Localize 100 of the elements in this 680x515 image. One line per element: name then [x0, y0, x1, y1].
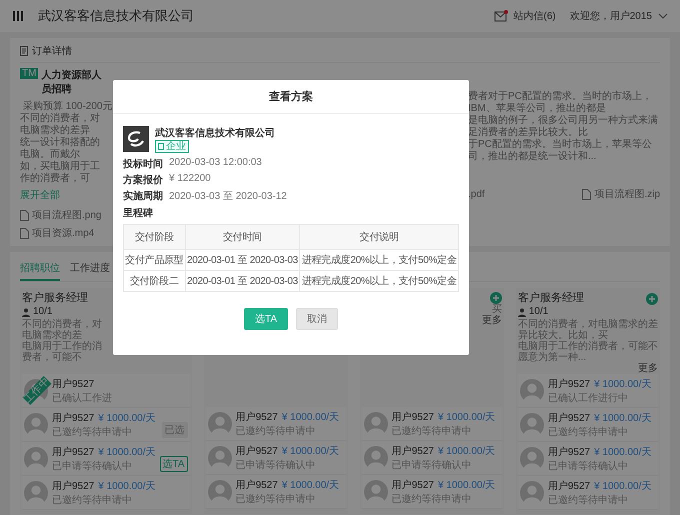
candidate-name: 用户9527 [392, 478, 434, 492]
avatar-icon [208, 412, 232, 436]
table-cell: 交付阶段二 [124, 270, 186, 292]
headcount: 10/1 [528, 306, 548, 318]
daily-rate: ¥ 1000.00/天 [438, 444, 496, 458]
description-text: 费者对于PC配置的需求。当时的市场上，IBM、苹果等公司，推出的都是 [468, 91, 653, 114]
job-description: 不同的消费者，对电脑需求的差 [22, 319, 103, 341]
file-icon [582, 188, 592, 200]
milestone-title: 里程碑 [123, 206, 154, 220]
budget-text: 采购预算 100-200元 [23, 100, 112, 112]
table-cell: 2020-03-01 至 2020-03-03 [185, 250, 300, 270]
field-label: 方案报价 [123, 173, 163, 187]
field-value: 2020-03-03 12:00:03 [169, 157, 262, 170]
table-cell: 交付产品原型 [124, 250, 186, 270]
avatar-icon [24, 446, 48, 470]
avatar-icon [520, 378, 544, 402]
field-label: 投标时间 [123, 158, 163, 171]
daily-rate: ¥ 1000.00/天 [282, 444, 340, 458]
messages-link[interactable]: 站内信(6) [514, 9, 556, 23]
avatar-icon [520, 446, 544, 470]
description-text: 如，买电脑用于工作的消费者，可 [20, 161, 101, 185]
field-value: ¥ 122200 [169, 173, 211, 186]
table-cell: 2020-03-01 至 2020-03-03 [185, 270, 300, 292]
candidate-status: 已确认工作进行中 [548, 392, 629, 404]
table-cell: 进程完成度20%以上，支付50%定金 [300, 270, 458, 292]
avatar-icon [24, 412, 48, 436]
file-name[interactable]: 项目流程图.zip [594, 187, 660, 201]
avatar-icon [364, 412, 388, 436]
section-title: 订单详情 [32, 44, 72, 58]
person-icon [518, 308, 526, 316]
daily-rate: ¥ 1000.00/天 [438, 478, 496, 492]
candidate-name: 用户9527 [52, 446, 94, 458]
avatar-icon [208, 480, 232, 504]
candidate-name: 用户9527 [236, 478, 278, 492]
candidate-name: 用户9527 [392, 410, 434, 424]
menu-icon[interactable] [12, 10, 24, 22]
candidate-name: 用户9527 [236, 444, 278, 458]
candidate-name: 用户9527 [236, 410, 278, 424]
select-button[interactable]: 选TA [244, 308, 288, 330]
file-name[interactable]: 项目流程图.png [32, 208, 102, 222]
avatar-icon [364, 480, 388, 504]
headcount: 10/1 [33, 306, 52, 318]
job-description: 电脑用于工作的消费者，可能不 [22, 341, 103, 363]
description-text: 于PC配置的需求。当时市场上，苹果等公司，推出的都是统一设计和... [468, 139, 653, 163]
column-header: 交付说明 [300, 224, 458, 250]
more-link[interactable]: 更多 [638, 363, 658, 374]
company-logo [123, 126, 149, 152]
file-name[interactable]: .pdf [468, 188, 485, 200]
daily-rate: ¥ 1000.00/天 [98, 480, 156, 492]
description-text: 是电脑的例子，很多公司用另一种方式来满足消费者的差异比较大。比 [468, 115, 659, 138]
job-title: 客户服务经理 [518, 292, 584, 305]
candidate-name: 用户9527 [52, 378, 94, 390]
add-icon[interactable] [646, 292, 658, 304]
more-link[interactable]: 更多 [482, 315, 502, 326]
tab[interactable]: 工作进度 [70, 258, 110, 281]
avatar-icon [208, 446, 232, 470]
candidate-name: 用户9527 [548, 412, 590, 424]
field-value: 2020-03-03 至 2020-03-12 [169, 190, 287, 203]
company-name: 武汉客客信息技术有限公司 [38, 7, 194, 25]
field-label: 实施周期 [123, 189, 163, 203]
daily-rate: ¥ 1000.00/天 [98, 412, 156, 424]
daily-rate: ¥ 1000.00/天 [282, 478, 340, 492]
user-menu[interactable]: 欢迎您，用户2015 [570, 9, 652, 23]
job-title: 客户服务经理 [22, 292, 88, 305]
add-icon[interactable] [490, 292, 502, 304]
table-cell: 进程完成度20%以上，支付50%定金 [300, 250, 458, 270]
daily-rate: ¥ 1000.00/天 [594, 446, 652, 458]
avatar-icon [520, 480, 544, 504]
candidate-name: 用户9527 [548, 378, 590, 390]
candidate-status: 已确认工作进 [52, 392, 112, 404]
job-description: 买 [490, 304, 502, 315]
candidate-name: 用户9527 [52, 480, 94, 492]
daily-rate: ¥ 1000.00/天 [98, 446, 156, 458]
daily-rate: ¥ 1000.00/天 [594, 378, 652, 390]
company-name: 武汉客客信息技术有限公司 [155, 126, 276, 140]
file-name[interactable]: 项目资源.mp4 [32, 226, 94, 240]
daily-rate: ¥ 1000.00/天 [594, 412, 652, 424]
cancel-button[interactable]: 取消 [296, 308, 338, 330]
description-text: 不同的消费者，对电脑需求的差异 [20, 113, 101, 136]
mail-icon[interactable] [494, 10, 508, 22]
description-text: 统一设计和搭配的电脑。而戴尔 [20, 137, 101, 160]
dialog-title: 查看方案 [113, 80, 469, 114]
candidate-name: 用户9527 [52, 412, 94, 424]
daily-rate: ¥ 1000.00/天 [282, 410, 340, 424]
avatar-icon [520, 412, 544, 436]
daily-rate: ¥ 1000.00/天 [594, 480, 652, 492]
candidate-name: 用户9527 [392, 444, 434, 458]
chevron-down-icon[interactable] [658, 13, 668, 19]
order-title: 人力资源部人员招聘 [41, 68, 102, 96]
avatar-icon [364, 446, 388, 470]
badge-text: 企业 [166, 141, 186, 152]
file-icon [20, 210, 29, 220]
candidate-name: 用户9527 [548, 446, 590, 458]
tag: TM [20, 68, 38, 79]
job-description: 电脑用于工作的消费者，可能不愿意为第一种... [518, 341, 658, 363]
daily-rate: ¥ 1000.00/天 [438, 410, 496, 424]
job-description: 不同的消费者，对电脑需求的差异比较大。比如，买 [518, 319, 658, 341]
column-header: 交付时间 [185, 224, 300, 250]
document-icon [20, 46, 28, 56]
candidate-name: 用户9527 [548, 480, 590, 492]
